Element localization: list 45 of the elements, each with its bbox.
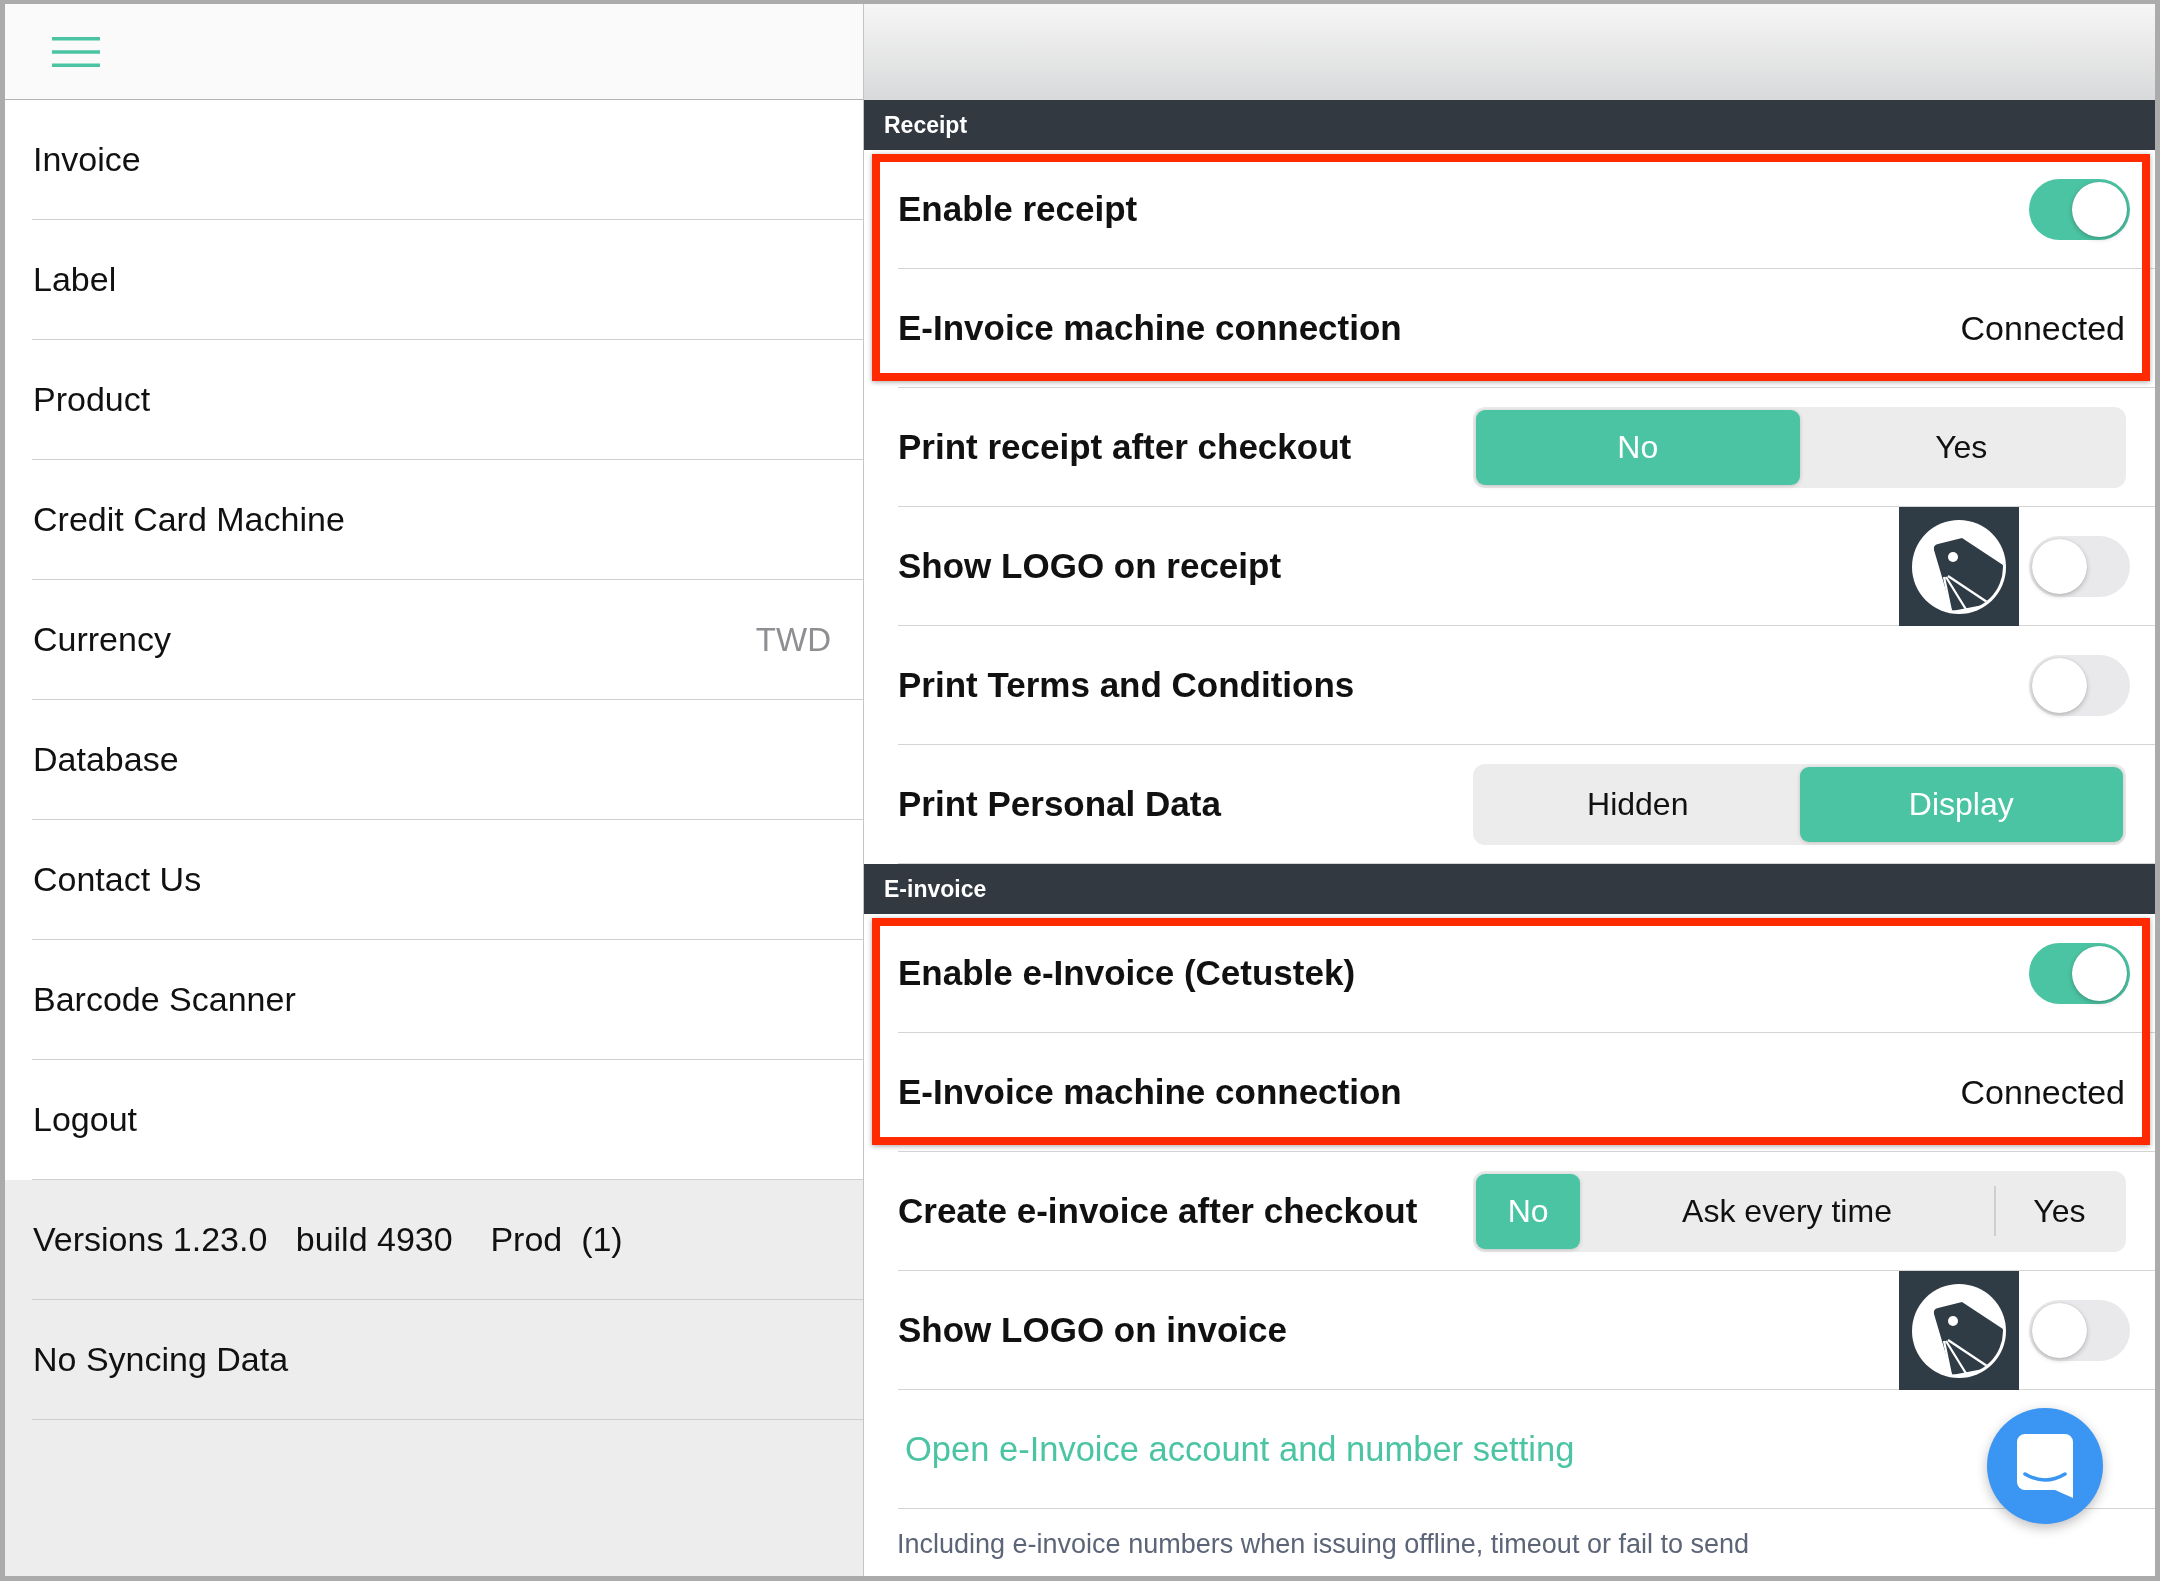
sidebar-item[interactable]: Product: [32, 340, 863, 460]
segmented-control[interactable]: No Ask every time Yes: [1473, 1170, 2126, 1252]
segmented-control[interactable]: No Yes: [1473, 406, 2126, 488]
setting-label: Show LOGO on invoice: [898, 1310, 1288, 1350]
setting-label: E-Invoice machine connection: [898, 308, 1403, 348]
toggle-switch[interactable]: [2029, 535, 2130, 597]
footnote-text: Including e-invoice numbers when issuing offline, timeout or fail to send: [897, 1529, 1749, 1560]
toggle-switch[interactable]: [2029, 654, 2130, 716]
section-header: Receipt: [864, 100, 2155, 150]
sidebar-item[interactable]: Currency TWD: [32, 580, 863, 700]
toggle-switch[interactable]: [2029, 178, 2130, 240]
status-value: Connected: [1960, 308, 2125, 348]
sidebar-item[interactable]: Logout: [32, 1060, 863, 1180]
section-header: E-invoice: [864, 864, 2155, 914]
sidebar-item[interactable]: Database: [32, 700, 863, 820]
setting-label: Enable receipt: [898, 189, 1139, 229]
setting-label: Print Terms and Conditions: [898, 665, 1356, 705]
sidebar-item[interactable]: Credit Card Machine: [32, 460, 863, 580]
setting-label: Enable e-Invoice (Cetustek): [898, 953, 1357, 993]
setting-label: Show LOGO on receipt: [898, 546, 1283, 586]
segment-option[interactable]: Yes: [1995, 1173, 2123, 1249]
menu-button[interactable]: [52, 35, 100, 68]
sidebar-item[interactable]: Contact Us: [32, 820, 863, 940]
segment-option[interactable]: Hidden: [1476, 766, 1800, 842]
toggle-switch[interactable]: [2029, 942, 2130, 1004]
status-value: Connected: [1960, 1072, 2125, 1112]
segmented-control[interactable]: Hidden Display: [1473, 763, 2126, 845]
menu-icon: [52, 35, 100, 68]
sidebar-item[interactable]: Barcode Scanner: [32, 940, 863, 1060]
tag-logo-icon: [1899, 1271, 2019, 1390]
sidebar-item[interactable]: Label: [32, 220, 863, 340]
footer-info-text: No Syncing Data: [33, 1340, 289, 1379]
segment-option[interactable]: Yes: [1799, 409, 2123, 485]
chat-bubble-icon: [2017, 1434, 2073, 1498]
footer-info-text: Versions 1.23.0 build 4930 Prod (1): [33, 1220, 623, 1259]
segment-option[interactable]: Ask every time: [1580, 1173, 1994, 1249]
setting-label: Print receipt after checkout: [898, 427, 1353, 467]
toggle-switch[interactable]: [2029, 1299, 2130, 1361]
setting-label: Print Personal Data: [898, 784, 1223, 824]
item-value: TWD: [755, 620, 831, 659]
setting-label: Create e-invoice after checkout: [898, 1191, 1419, 1231]
tag-logo-icon: [1899, 507, 2019, 626]
chat-button[interactable]: [1987, 1408, 2103, 1524]
setting-label: E-Invoice machine connection: [898, 1072, 1403, 1112]
sidebar-item[interactable]: Invoice: [32, 100, 863, 220]
